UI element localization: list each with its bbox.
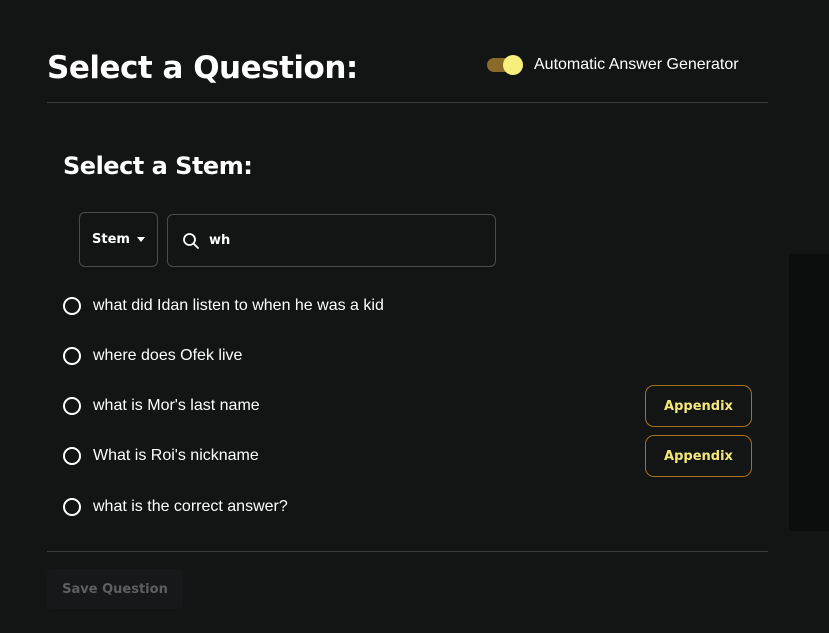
header-divider [47, 102, 768, 103]
question-option[interactable]: what did Idan listen to when he was a ki… [63, 295, 384, 317]
toggle-track[interactable] [487, 55, 523, 75]
radio-button[interactable] [63, 297, 81, 315]
radio-button[interactable] [63, 447, 81, 465]
footer-divider [47, 551, 768, 552]
question-text: what is the correct answer? [93, 498, 288, 515]
radio-button[interactable] [63, 347, 81, 365]
toggle-label: Automatic Answer Generator [534, 56, 739, 73]
stem-filter-dropdown[interactable]: Stem [79, 212, 158, 267]
auto-answer-toggle[interactable]: Automatic Answer Generator [487, 55, 739, 75]
search-icon [183, 232, 199, 249]
chevron-down-icon [136, 237, 145, 242]
search-input[interactable] [209, 233, 479, 248]
question-text: what did Idan listen to when he was a ki… [93, 297, 384, 314]
appendix-button[interactable]: Appendix [645, 435, 752, 477]
page-title: Select a Question: [47, 50, 358, 86]
radio-button[interactable] [63, 498, 81, 516]
save-question-button[interactable]: Save Question [47, 569, 183, 609]
appendix-button[interactable]: Appendix [645, 385, 752, 427]
question-text: What is Roi's nickname [93, 447, 259, 464]
toggle-knob[interactable] [503, 55, 523, 75]
question-option[interactable]: what is the correct answer? [63, 496, 288, 518]
stem-section-title: Select a Stem: [63, 152, 253, 180]
question-option[interactable]: what is Mor's last name [63, 395, 260, 417]
stem-search-box[interactable] [167, 214, 496, 267]
stem-filter-value: Stem [92, 232, 130, 247]
radio-button[interactable] [63, 397, 81, 415]
question-option[interactable]: where does Ofek live [63, 345, 242, 367]
question-option[interactable]: What is Roi's nickname [63, 445, 259, 467]
question-editor-page: Select a Question: Automatic Answer Gene… [0, 0, 829, 633]
question-text: where does Ofek live [93, 347, 243, 364]
question-text: what is Mor's last name [93, 397, 260, 414]
side-panel [789, 254, 829, 531]
